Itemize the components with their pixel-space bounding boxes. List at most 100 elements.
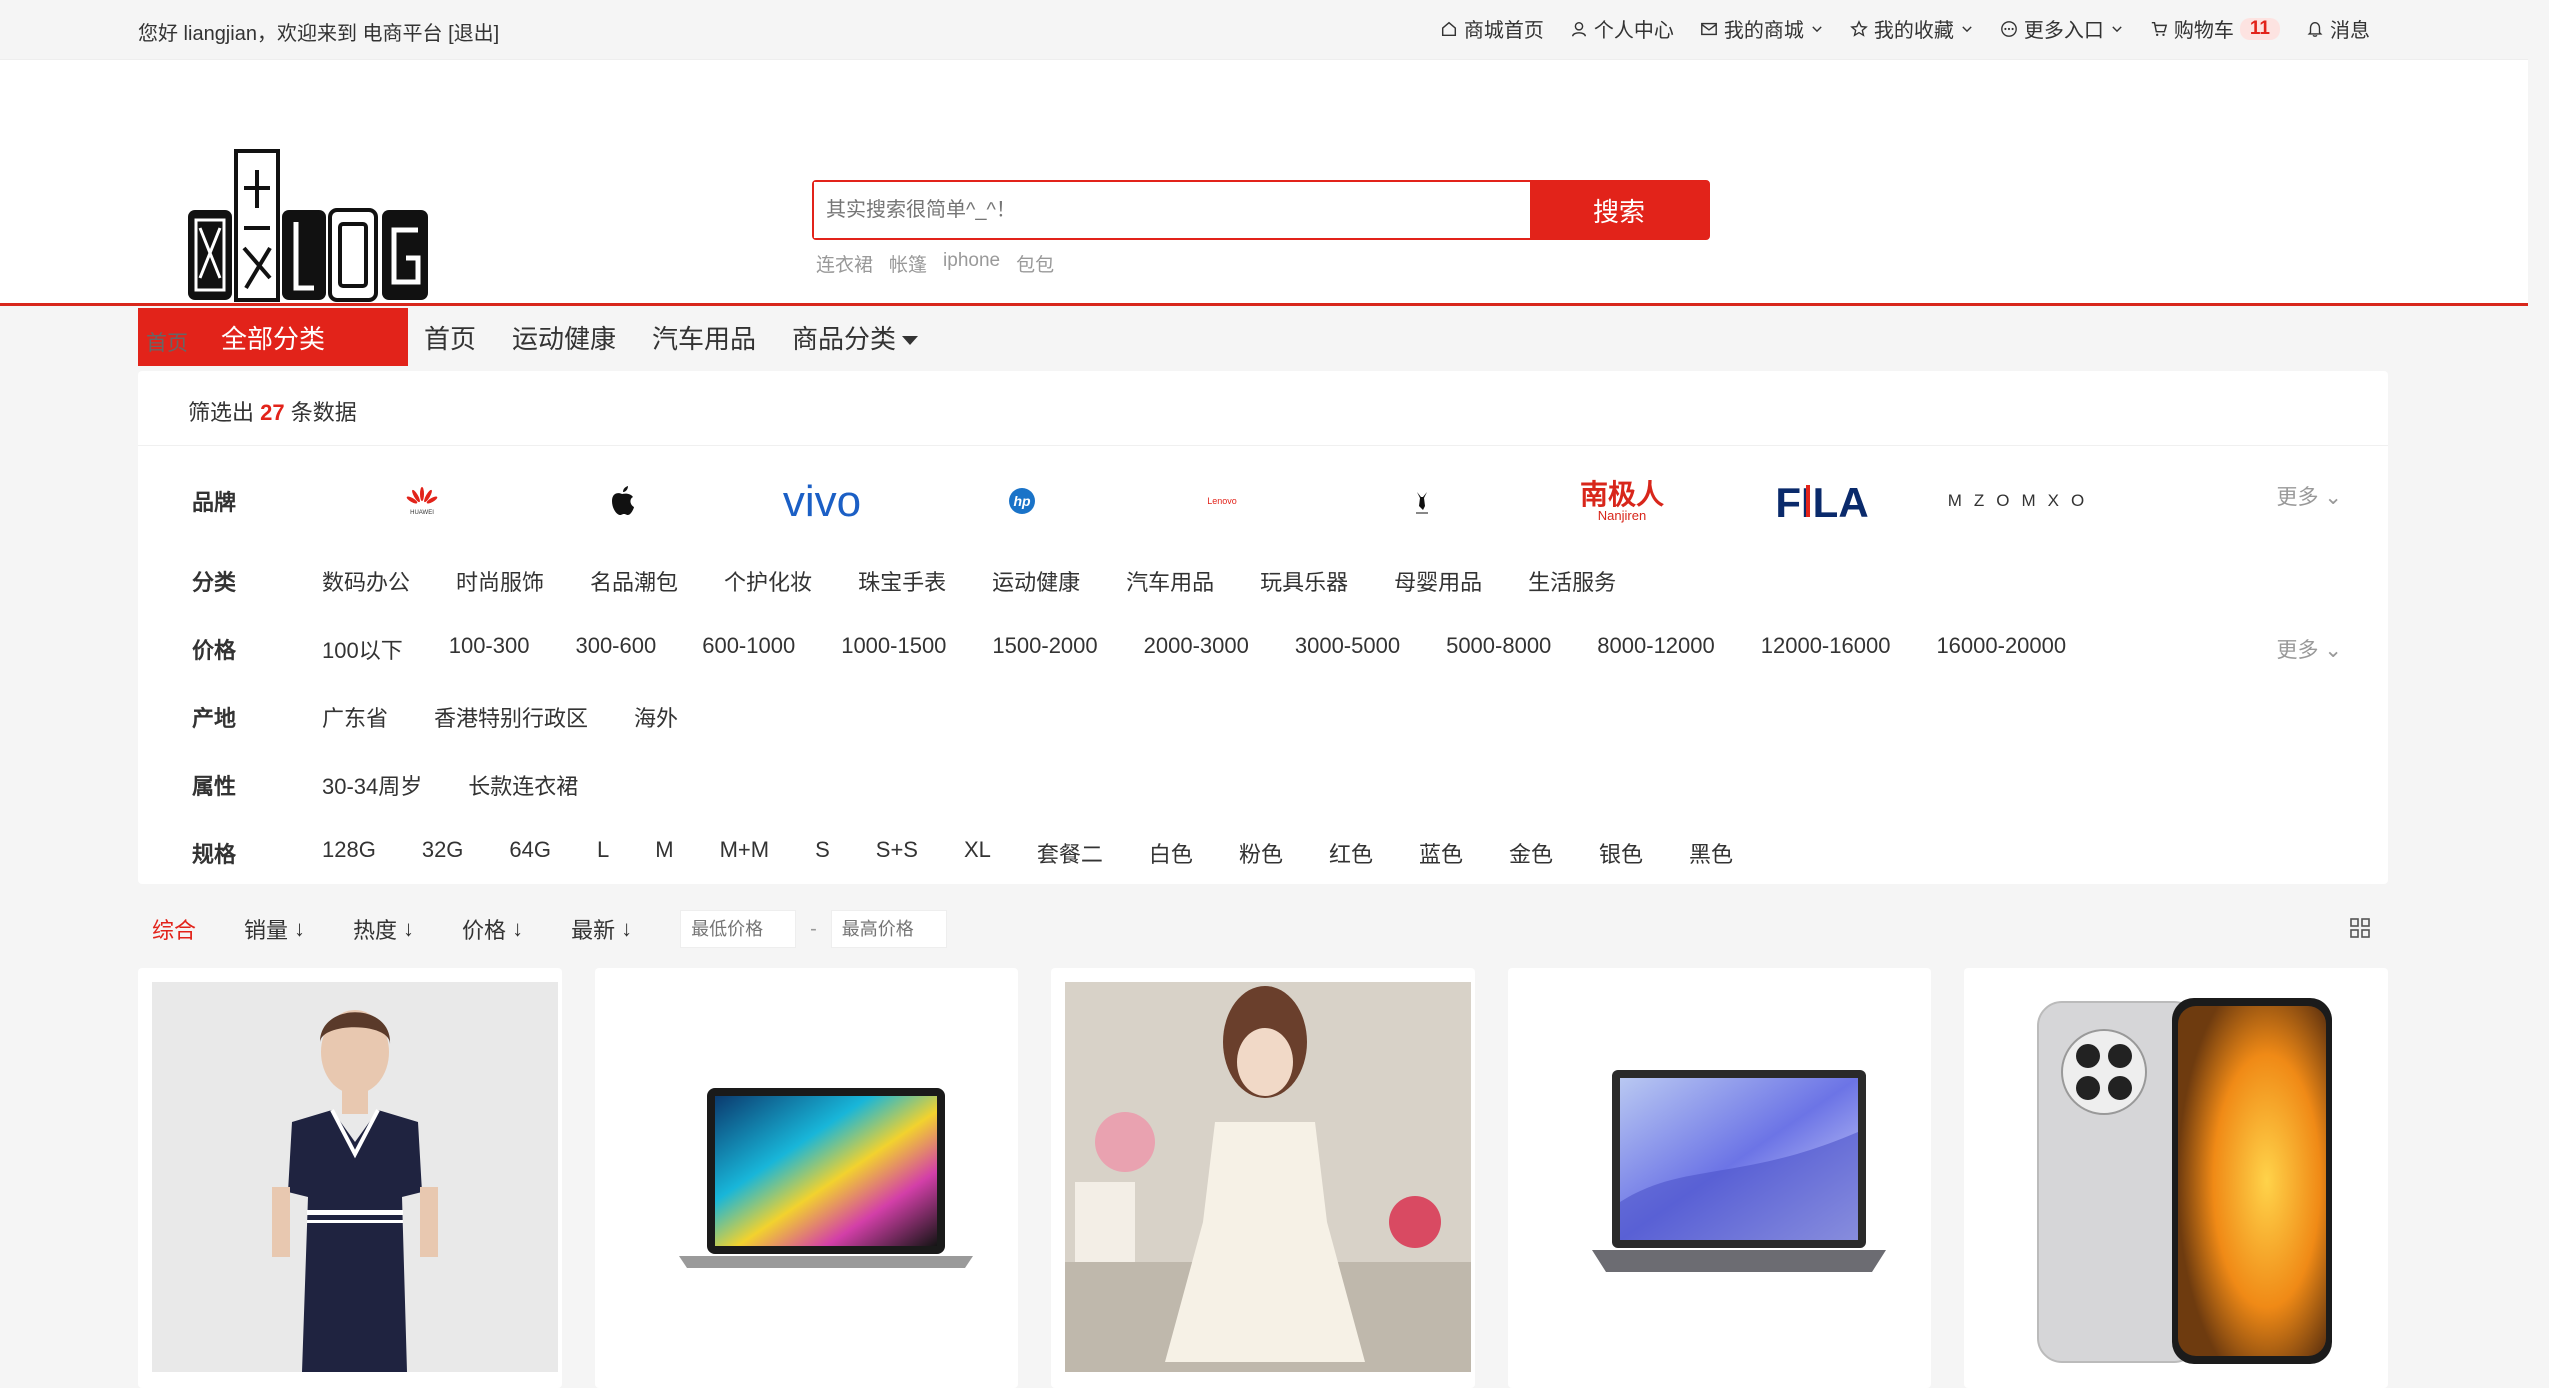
- product-card[interactable]: [594, 968, 1019, 1388]
- grid-view-icon[interactable]: [2348, 916, 2372, 940]
- spec-option[interactable]: 银色: [1599, 837, 1643, 869]
- nav-link-categories[interactable]: 商品分类: [792, 319, 919, 356]
- product-image-huawei-phone[interactable]: [1978, 982, 2385, 1372]
- product-card[interactable]: [1051, 968, 1475, 1388]
- favorites-dropdown[interactable]: 我的收藏: [1850, 14, 1974, 43]
- spec-option[interactable]: 64G: [509, 837, 551, 869]
- more-circle-icon: [2001, 20, 2017, 37]
- spec-option[interactable]: M+M: [720, 837, 770, 869]
- price-option[interactable]: 16000-20000: [1936, 633, 2066, 665]
- spec-option[interactable]: 黑色: [1689, 837, 1733, 869]
- brand-fila-logo[interactable]: FILA: [1722, 471, 1922, 531]
- price-option[interactable]: 12000-16000: [1761, 633, 1891, 665]
- hot-word[interactable]: 连衣裙: [816, 250, 873, 277]
- hot-word[interactable]: iphone: [943, 250, 1000, 277]
- price-option[interactable]: 300-600: [575, 633, 656, 665]
- hot-word[interactable]: 包包: [1016, 250, 1054, 277]
- mall-home-link[interactable]: 商城首页: [1440, 14, 1544, 43]
- brand-nanjiren-logo[interactable]: 南极人 Nanjiren: [1522, 471, 1722, 531]
- category-option[interactable]: 玩具乐器: [1260, 565, 1348, 597]
- brand-vivo-logo[interactable]: vivo: [722, 471, 922, 531]
- spec-option[interactable]: 32G: [422, 837, 464, 869]
- category-option[interactable]: 运动健康: [992, 565, 1080, 597]
- brand-lenovo-logo[interactable]: Lenovo: [1122, 471, 1322, 531]
- product-image-white-dress[interactable]: [1065, 982, 1472, 1372]
- nav-link-home[interactable]: 首页: [424, 319, 476, 356]
- mzomxo-logo-icon: MZOMXO: [1948, 491, 2085, 510]
- apple-logo-icon: [612, 486, 634, 515]
- price-option[interactable]: 5000-8000: [1446, 633, 1551, 665]
- brand-apple-logo[interactable]: [522, 471, 722, 531]
- price-option[interactable]: 8000-12000: [1597, 633, 1714, 665]
- sort-newest[interactable]: 最新 ↓: [571, 913, 632, 945]
- product-image-navy-dress[interactable]: [152, 982, 558, 1372]
- price-option[interactable]: 1500-2000: [992, 633, 1097, 665]
- origin-option[interactable]: 香港特别行政区: [434, 701, 588, 733]
- spec-option[interactable]: 白色: [1149, 837, 1193, 869]
- search-input[interactable]: [814, 182, 1530, 238]
- brand-huawei-logo[interactable]: HUAWEI: [322, 471, 522, 531]
- category-option[interactable]: 数码办公: [322, 565, 410, 597]
- price-option[interactable]: 600-1000: [702, 633, 795, 665]
- product-image-laptop-blue[interactable]: [1521, 982, 1928, 1372]
- price-option[interactable]: 3000-5000: [1295, 633, 1400, 665]
- spec-option[interactable]: M: [655, 837, 673, 869]
- max-price-input[interactable]: [830, 910, 947, 948]
- sort-comprehensive[interactable]: 综合: [152, 913, 196, 945]
- category-option[interactable]: 母婴用品: [1394, 565, 1482, 597]
- brand-playboy-logo[interactable]: [1322, 471, 1522, 531]
- spec-option[interactable]: 粉色: [1239, 837, 1283, 869]
- logout-link[interactable]: [退出]: [448, 23, 499, 45]
- price-option[interactable]: 100以下: [322, 633, 403, 665]
- product-card[interactable]: [1507, 968, 1932, 1388]
- spec-option[interactable]: 金色: [1509, 837, 1553, 869]
- category-option[interactable]: 时尚服饰: [456, 565, 544, 597]
- breadcrumb[interactable]: 首页: [146, 327, 188, 357]
- more-entries-dropdown[interactable]: 更多入口: [2000, 14, 2124, 43]
- category-option[interactable]: 名品潮包: [590, 565, 678, 597]
- user-center-link[interactable]: 个人中心: [1570, 14, 1674, 43]
- spec-option[interactable]: XL: [964, 837, 991, 869]
- messages-link[interactable]: 消息: [2306, 14, 2370, 43]
- cart-link[interactable]: 购物车 11: [2150, 14, 2280, 43]
- my-mall-dropdown[interactable]: 我的商城: [1700, 14, 1824, 43]
- nav-link-auto[interactable]: 汽车用品: [652, 319, 756, 356]
- category-option[interactable]: 个护化妆: [724, 565, 812, 597]
- brand-label: 品牌: [192, 490, 237, 515]
- sort-sales[interactable]: 销量 ↓: [244, 913, 305, 945]
- attribute-option[interactable]: 30-34周岁: [322, 769, 422, 801]
- hot-word[interactable]: 帐篷: [889, 250, 927, 277]
- spec-option[interactable]: 红色: [1329, 837, 1373, 869]
- spec-option[interactable]: S+S: [876, 837, 918, 869]
- category-option[interactable]: 珠宝手表: [858, 565, 946, 597]
- sort-price[interactable]: 价格 ↓: [462, 913, 523, 945]
- brand-hp-logo[interactable]: hp: [922, 471, 1122, 531]
- brand-more-button[interactable]: 更多 ⌄: [2277, 481, 2342, 511]
- sort-popularity[interactable]: 热度 ↓: [353, 913, 414, 945]
- nav-link-sports[interactable]: 运动健康: [512, 319, 616, 356]
- spec-option[interactable]: 蓝色: [1419, 837, 1463, 869]
- brand-mzomxo-logo[interactable]: MZOMXO: [1922, 471, 2122, 531]
- product-grid: [138, 968, 2388, 1388]
- spec-option[interactable]: S: [815, 837, 830, 869]
- price-more-button[interactable]: 更多 ⌄: [2277, 634, 2342, 664]
- attribute-option[interactable]: 长款连衣裙: [468, 769, 578, 801]
- spec-option[interactable]: 套餐二: [1037, 837, 1103, 869]
- price-option[interactable]: 1000-1500: [841, 633, 946, 665]
- price-option[interactable]: 2000-3000: [1144, 633, 1249, 665]
- category-option[interactable]: 生活服务: [1528, 565, 1616, 597]
- site-logo[interactable]: [186, 148, 432, 304]
- search-button[interactable]: 搜索: [1530, 182, 1708, 238]
- favorites-label: 我的收藏: [1873, 20, 1954, 42]
- product-card[interactable]: [1964, 968, 2388, 1388]
- product-image-laptop-dark[interactable]: [608, 982, 1015, 1372]
- origin-option[interactable]: 广东省: [322, 701, 388, 733]
- origin-option[interactable]: 海外: [634, 701, 678, 733]
- price-options: 100以下 100-300 300-600 600-1000 1000-1500 1500…: [322, 633, 2066, 665]
- spec-option[interactable]: 128G: [322, 837, 376, 869]
- min-price-input[interactable]: [680, 910, 797, 948]
- spec-option[interactable]: L: [597, 837, 609, 869]
- category-option[interactable]: 汽车用品: [1126, 565, 1214, 597]
- product-card[interactable]: [138, 968, 562, 1388]
- price-option[interactable]: 100-300: [449, 633, 530, 665]
